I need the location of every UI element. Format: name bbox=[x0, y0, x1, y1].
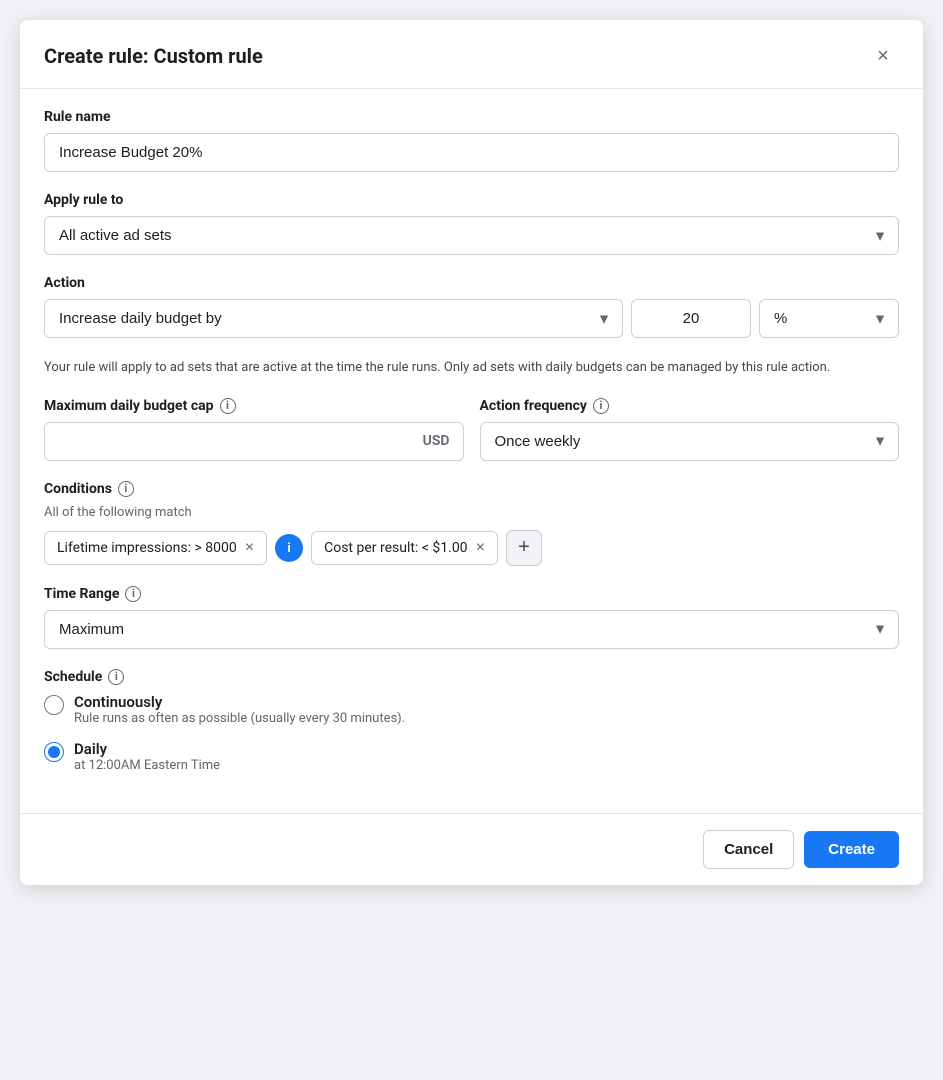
action-unit-wrapper: % USD ▼ bbox=[759, 299, 899, 338]
budget-cap-input[interactable] bbox=[44, 422, 464, 461]
schedule-continuously-subtitle: Rule runs as often as possible (usually … bbox=[74, 711, 405, 726]
condition-tag-impressions-text: Lifetime impressions: > 8000 bbox=[57, 540, 237, 556]
action-type-select[interactable]: Increase daily budget by Decrease daily … bbox=[44, 299, 623, 338]
apply-rule-label: Apply rule to bbox=[44, 192, 899, 208]
schedule-daily-subtitle: at 12:00AM Eastern Time bbox=[74, 758, 220, 773]
action-frequency-select-wrapper: Once weekly Once daily Every 30 minutes … bbox=[480, 422, 900, 461]
rule-name-input[interactable] bbox=[44, 133, 899, 172]
apply-rule-section: Apply rule to All active ad sets All act… bbox=[44, 192, 899, 255]
conditions-label: Conditions i bbox=[44, 481, 899, 497]
create-button[interactable]: Create bbox=[804, 831, 899, 868]
action-info-text: Your rule will apply to ad sets that are… bbox=[44, 358, 899, 378]
rule-name-label: Rule name bbox=[44, 109, 899, 125]
schedule-continuously-title: Continuously bbox=[74, 693, 405, 711]
conditions-sublabel: All of the following match bbox=[44, 505, 899, 520]
action-frequency-info-icon[interactable]: i bbox=[593, 398, 609, 414]
condition-add-button[interactable]: + bbox=[506, 530, 542, 566]
budget-cap-label: Maximum daily budget cap i bbox=[44, 398, 464, 414]
action-unit-select-wrapper: % USD ▼ bbox=[759, 299, 899, 338]
create-rule-modal: Create rule: Custom rule × Rule name App… bbox=[20, 20, 923, 885]
condition-remove-impressions[interactable]: × bbox=[245, 540, 254, 556]
action-type-select-wrapper: Increase daily budget by Decrease daily … bbox=[44, 299, 623, 338]
conditions-row: Lifetime impressions: > 8000 × i Cost pe… bbox=[44, 530, 899, 566]
action-value-wrapper bbox=[631, 299, 751, 338]
conditions-info-icon[interactable]: i bbox=[118, 481, 134, 497]
modal-header: Create rule: Custom rule × bbox=[20, 20, 923, 89]
schedule-daily-option: Daily at 12:00AM Eastern Time bbox=[44, 740, 899, 773]
schedule-section: Schedule i Continuously Rule runs as oft… bbox=[44, 669, 899, 773]
action-frequency-select[interactable]: Once weekly Once daily Every 30 minutes bbox=[480, 422, 900, 461]
budget-cap-info-icon[interactable]: i bbox=[220, 398, 236, 414]
action-frequency-label: Action frequency i bbox=[480, 398, 900, 414]
condition-tag-impressions: Lifetime impressions: > 8000 × bbox=[44, 531, 267, 565]
condition-tag-cost-text: Cost per result: < $1.00 bbox=[324, 540, 467, 556]
schedule-daily-radio[interactable] bbox=[44, 742, 64, 762]
schedule-daily-label-group: Daily at 12:00AM Eastern Time bbox=[74, 740, 220, 773]
schedule-daily-title: Daily bbox=[74, 740, 220, 758]
condition-tag-cost: Cost per result: < $1.00 × bbox=[311, 531, 498, 565]
close-button[interactable]: × bbox=[867, 40, 899, 72]
apply-rule-select[interactable]: All active ad sets All active campaigns … bbox=[44, 216, 899, 255]
schedule-continuously-label-group: Continuously Rule runs as often as possi… bbox=[74, 693, 405, 726]
action-value-input[interactable] bbox=[631, 299, 751, 338]
action-label: Action bbox=[44, 275, 899, 291]
budget-frequency-row: Maximum daily budget cap i USD Action fr… bbox=[44, 398, 899, 461]
cancel-button[interactable]: Cancel bbox=[703, 830, 794, 869]
budget-cap-col: Maximum daily budget cap i USD bbox=[44, 398, 464, 461]
time-range-select[interactable]: Maximum Today Last 7 days Last 14 days L… bbox=[44, 610, 899, 649]
action-select-wrapper: Increase daily budget by Decrease daily … bbox=[44, 299, 623, 338]
modal-body: Rule name Apply rule to All active ad se… bbox=[20, 89, 923, 813]
schedule-continuously-radio[interactable] bbox=[44, 695, 64, 715]
condition-remove-cost[interactable]: × bbox=[476, 540, 485, 556]
conditions-section: Conditions i All of the following match … bbox=[44, 481, 899, 566]
modal-title: Create rule: Custom rule bbox=[44, 44, 263, 68]
time-range-info-icon[interactable]: i bbox=[125, 586, 141, 602]
action-frequency-col: Action frequency i Once weekly Once dail… bbox=[480, 398, 900, 461]
budget-cap-input-wrapper: USD bbox=[44, 422, 464, 461]
time-range-section: Time Range i Maximum Today Last 7 days L… bbox=[44, 586, 899, 649]
time-range-label: Time Range i bbox=[44, 586, 899, 602]
schedule-label: Schedule i bbox=[44, 669, 899, 685]
schedule-continuously-option: Continuously Rule runs as often as possi… bbox=[44, 693, 899, 726]
condition-info-button[interactable]: i bbox=[275, 534, 303, 562]
budget-cap-unit: USD bbox=[423, 433, 450, 449]
schedule-info-icon[interactable]: i bbox=[108, 669, 124, 685]
action-unit-select[interactable]: % USD bbox=[759, 299, 899, 338]
time-range-select-wrapper: Maximum Today Last 7 days Last 14 days L… bbox=[44, 610, 899, 649]
apply-rule-select-wrapper: All active ad sets All active campaigns … bbox=[44, 216, 899, 255]
action-row: Increase daily budget by Decrease daily … bbox=[44, 299, 899, 338]
action-section: Action Increase daily budget by Decrease… bbox=[44, 275, 899, 338]
modal-footer: Cancel Create bbox=[20, 813, 923, 885]
rule-name-section: Rule name bbox=[44, 109, 899, 172]
